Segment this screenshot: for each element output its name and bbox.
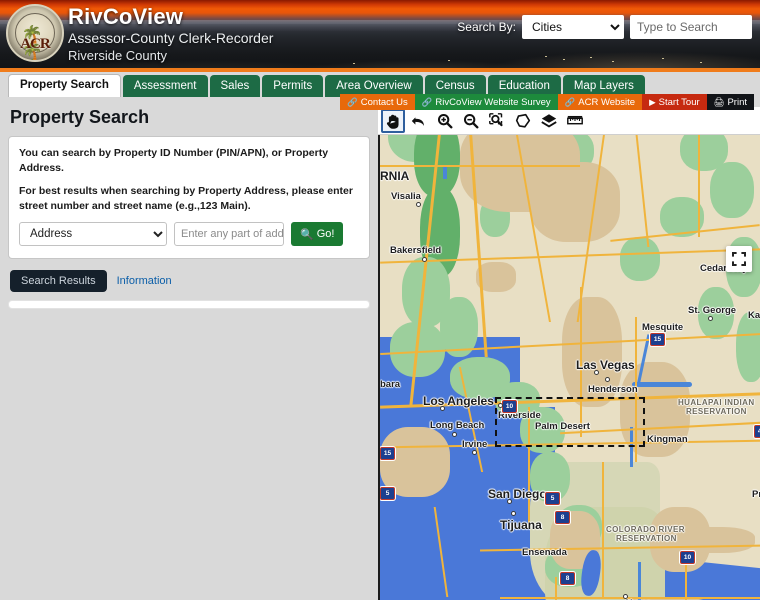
app-subtitle: Assessor-County Clerk-Recorder bbox=[68, 30, 274, 46]
map-label: Los Angeles bbox=[423, 394, 494, 408]
zoom-in-tool[interactable] bbox=[433, 109, 457, 133]
nav-tab-property-search[interactable]: Property Search bbox=[8, 74, 121, 97]
link-icon: 🔗 bbox=[347, 96, 358, 107]
undo-tool[interactable] bbox=[407, 109, 431, 133]
map-label: Ensenada bbox=[522, 547, 567, 558]
search-results-area bbox=[8, 300, 370, 309]
layers-tool[interactable] bbox=[537, 109, 561, 133]
action-print[interactable]: 🖨 Print bbox=[706, 94, 754, 110]
layers-diamond-icon bbox=[541, 113, 557, 127]
search-help-line-1: You can search by Property ID Number (PI… bbox=[19, 147, 329, 174]
link-icon: 🔗 bbox=[564, 96, 576, 107]
map-label: Bakersfield bbox=[390, 245, 442, 256]
magnifier-box-icon bbox=[489, 112, 503, 126]
zoom-extent-tool[interactable] bbox=[485, 109, 509, 133]
map-label: Pr bbox=[752, 489, 760, 500]
search-type-select[interactable]: Address bbox=[19, 222, 167, 246]
map-label: COLORADO RIVER bbox=[606, 525, 685, 534]
map-label: Long Beach bbox=[430, 420, 485, 431]
highway-shield: 40 bbox=[754, 425, 760, 438]
hand-icon bbox=[386, 114, 399, 129]
measure-tool[interactable] bbox=[563, 109, 587, 133]
fullscreen-button[interactable] bbox=[726, 246, 752, 272]
play-icon: ▶ bbox=[649, 96, 656, 107]
map-label: San Diego bbox=[488, 487, 547, 501]
map-viewport[interactable]: RNIA Visalia Bakersfield bara Los Angeles Lon… bbox=[378, 107, 760, 600]
action-acr-website[interactable]: 🔗 ACR Website bbox=[557, 94, 643, 110]
map-label: Tijuana bbox=[500, 518, 542, 532]
search-icon: 🔍 bbox=[300, 228, 314, 241]
brand-block: RivCoView Assessor-County Clerk-Recorder… bbox=[68, 5, 273, 64]
undo-arrow-icon bbox=[411, 116, 424, 126]
search-form-card: You can search by Property ID Number (PI… bbox=[8, 136, 370, 259]
map-toolbar bbox=[378, 107, 760, 135]
map-label: Palm Desert bbox=[535, 421, 590, 432]
app-county: Riverside County bbox=[68, 48, 167, 63]
acr-seal-logo[interactable]: 🌴🌴🌴 ACR bbox=[6, 4, 64, 62]
ruler-icon bbox=[567, 115, 583, 124]
app-title: RivCoView bbox=[68, 4, 184, 29]
polygon-select-tool[interactable] bbox=[511, 109, 535, 133]
search-by-label: Search By: bbox=[457, 20, 516, 34]
map-label: Kingman bbox=[647, 434, 688, 445]
search-by-select[interactable]: Cities bbox=[522, 15, 624, 39]
map-label: HUALAPAI INDIAN bbox=[678, 398, 755, 407]
action-start-tour[interactable]: ▶ Start Tour bbox=[642, 94, 707, 110]
map-label: Visalia bbox=[391, 191, 421, 202]
map-label: Henderson bbox=[588, 384, 638, 395]
map-label: bara bbox=[380, 379, 401, 390]
map-label: Irvine bbox=[462, 439, 488, 450]
results-tab-strip: Search Results Information bbox=[10, 270, 370, 292]
action-links-bar: 🔗 Contact Us 🔗 RivCoView Website Survey 🔗 ACR… bbox=[340, 94, 754, 110]
action-rivcoview-website-survey[interactable]: 🔗 RivCoView Website Survey bbox=[414, 94, 558, 110]
action-label: ACR Website bbox=[578, 96, 636, 108]
tab-information[interactable]: Information bbox=[117, 275, 172, 287]
search-address-input[interactable] bbox=[174, 222, 284, 246]
page-title: Property Search bbox=[10, 107, 150, 127]
tab-search-results[interactable]: Search Results bbox=[10, 270, 107, 292]
highway-shield: 8 bbox=[560, 572, 575, 585]
go-button[interactable]: 🔍 Go! bbox=[291, 222, 344, 246]
printer-icon: 🖨 bbox=[713, 96, 725, 107]
map-label: RESERVATION bbox=[616, 534, 677, 543]
map-label: Ka bbox=[748, 310, 760, 321]
map-label: RNIA bbox=[380, 169, 410, 183]
magnifier-plus-icon bbox=[437, 113, 453, 128]
header-search-input[interactable] bbox=[630, 15, 752, 39]
map-canvas[interactable]: RNIA Visalia Bakersfield bara Los Angeles Lon… bbox=[380, 107, 760, 600]
property-search-panel: Property Search You can search by Proper… bbox=[0, 97, 378, 600]
action-label: Print bbox=[727, 96, 747, 108]
go-button-label: Go! bbox=[316, 228, 335, 240]
seal-acr-text: ACR bbox=[20, 36, 51, 52]
nav-tab-assessment[interactable]: Assessment bbox=[122, 75, 208, 97]
magnifier-minus-icon bbox=[463, 113, 479, 128]
pan-tool[interactable] bbox=[381, 108, 405, 133]
highway-shield: 10 bbox=[680, 551, 695, 564]
map-label: RESERVATION bbox=[686, 407, 747, 416]
map-label: St. George bbox=[688, 305, 737, 316]
highway-shield: 10 bbox=[502, 400, 517, 413]
highway-shield: 5 bbox=[545, 492, 560, 505]
map-label: Mesquite bbox=[642, 322, 684, 333]
action-label: Contact Us bbox=[360, 96, 408, 108]
highway-shield: 8 bbox=[555, 511, 570, 524]
action-label: RivCoView Website Survey bbox=[435, 96, 551, 108]
search-help-line-2: For best results when searching by Prope… bbox=[19, 185, 353, 212]
site-header: 🌴🌴🌴 ACR RivCoView Assessor-County Clerk-… bbox=[0, 0, 760, 68]
nav-tab-sales[interactable]: Sales bbox=[209, 75, 261, 97]
nav-tab-permits[interactable]: Permits bbox=[262, 75, 324, 97]
action-contact-us[interactable]: 🔗 Contact Us bbox=[340, 94, 415, 110]
link-icon: 🔗 bbox=[421, 96, 433, 107]
search-controls-row: Address 🔍 Go! bbox=[19, 222, 359, 246]
polygon-icon bbox=[515, 113, 531, 128]
highway-shield: 15 bbox=[650, 333, 665, 346]
map-label: Las Vegas bbox=[576, 358, 635, 372]
header-search-group: Search By: Cities bbox=[457, 15, 752, 39]
action-label: Start Tour bbox=[658, 96, 700, 108]
zoom-out-tool[interactable] bbox=[459, 109, 483, 133]
highway-shield: 5 bbox=[380, 487, 395, 500]
fullscreen-expand-icon bbox=[732, 252, 746, 266]
highway-shield: 15 bbox=[380, 447, 395, 460]
